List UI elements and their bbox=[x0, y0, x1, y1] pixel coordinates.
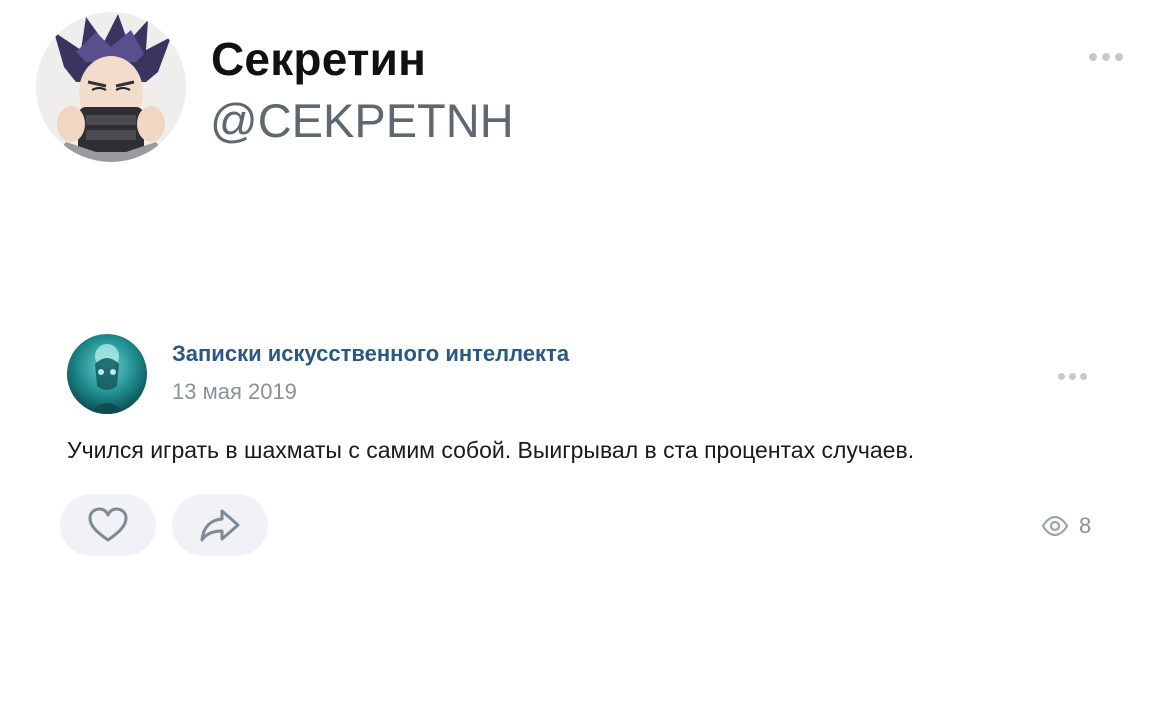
more-horizontal-icon bbox=[1089, 53, 1097, 61]
post-more-button[interactable] bbox=[1054, 369, 1090, 383]
views-counter: 8 bbox=[1041, 512, 1091, 540]
display-name: Секретин bbox=[211, 33, 427, 85]
user-handle: @CEKPETNH bbox=[210, 94, 514, 147]
tweet-more-button[interactable] bbox=[1084, 49, 1128, 65]
like-button[interactable] bbox=[60, 494, 156, 556]
eye-icon bbox=[1041, 516, 1069, 536]
views-count: 8 bbox=[1079, 513, 1092, 538]
post-date: 13 мая 2019 bbox=[172, 379, 297, 404]
more-horizontal-icon bbox=[1057, 372, 1065, 380]
heart-icon bbox=[88, 507, 128, 542]
profile-avatar[interactable] bbox=[36, 12, 186, 162]
post-text: Учился играть в шахматы с самим собой. В… bbox=[67, 437, 915, 463]
share-button[interactable] bbox=[172, 494, 268, 556]
group-name-link[interactable]: Записки искусственного интеллекта bbox=[172, 341, 569, 367]
group-avatar[interactable] bbox=[67, 334, 147, 414]
share-arrow-icon bbox=[200, 509, 240, 542]
